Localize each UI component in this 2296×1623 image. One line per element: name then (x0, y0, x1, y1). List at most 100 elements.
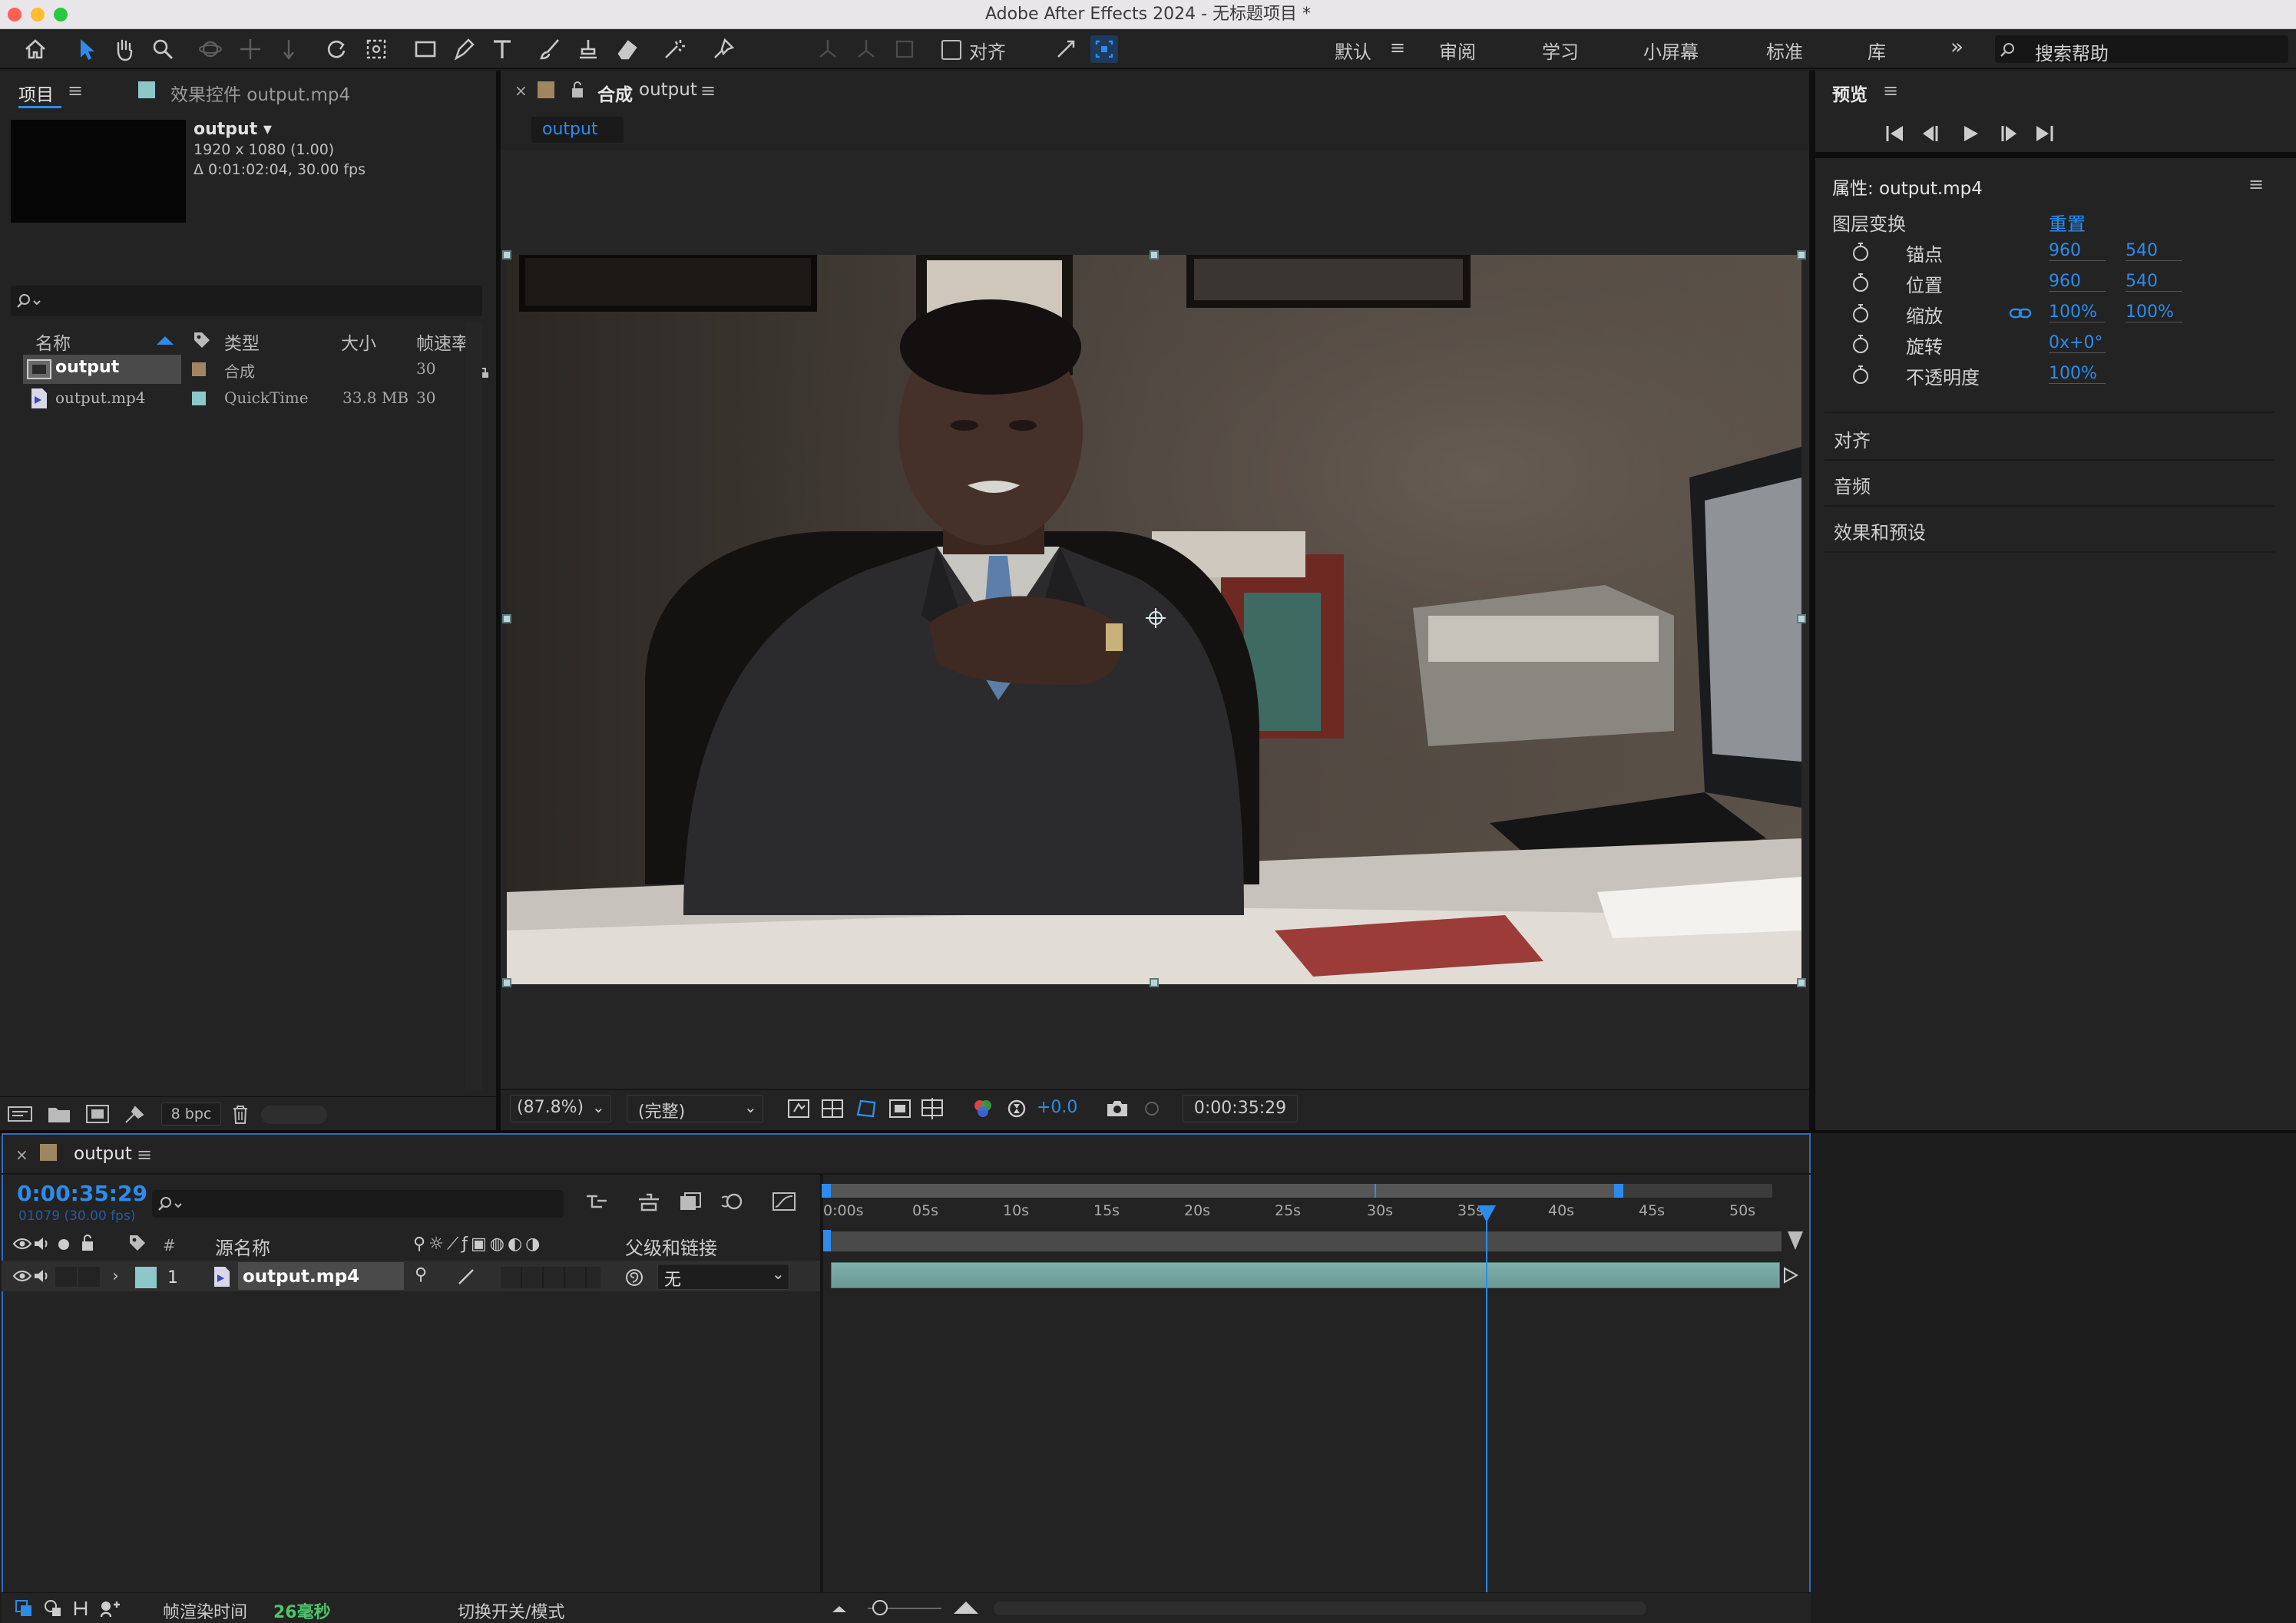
transform-handle[interactable] (502, 614, 511, 623)
comp-mini-flowchart-icon[interactable] (584, 1190, 610, 1213)
in-out-toggle-icon[interactable] (71, 1598, 91, 1618)
rotation-value[interactable]: 0x+0° (2049, 333, 2106, 353)
label-color-swatch[interactable] (192, 392, 206, 405)
selection-tool-icon[interactable] (72, 35, 100, 63)
channel-rgb-icon[interactable] (971, 1096, 995, 1121)
resolution-select[interactable]: (完整) ⌄ (627, 1095, 763, 1122)
align-checkbox[interactable] (941, 40, 961, 60)
transform-handle[interactable] (1797, 250, 1806, 259)
snapshot-camera-icon[interactable] (1104, 1096, 1130, 1121)
column-type[interactable]: 类型 (224, 329, 260, 355)
scale-x-value[interactable]: 100% (2049, 302, 2106, 322)
play-icon[interactable] (1958, 123, 1983, 144)
draft-3d-icon[interactable] (636, 1190, 662, 1213)
workspace-review[interactable]: 审阅 (1439, 37, 1476, 64)
layer-end-marker-icon[interactable] (1782, 1265, 1800, 1285)
brush-tool-icon[interactable] (536, 35, 564, 63)
home-icon[interactable] (22, 35, 49, 63)
effects-presets-section[interactable]: 效果和预设 (1834, 517, 1926, 544)
eraser-tool-icon[interactable] (613, 35, 640, 63)
comp-marker-bar[interactable] (826, 1231, 1782, 1251)
lock-header-icon[interactable] (80, 1233, 95, 1253)
comp-start-marker[interactable] (823, 1230, 831, 1251)
magnification-select[interactable]: (87.8%) ⌄ (510, 1095, 611, 1122)
sort-ascending-icon[interactable] (157, 336, 174, 345)
layer-name[interactable]: output.mp4 (243, 1267, 359, 1287)
parent-link-header[interactable]: 父级和链接 (625, 1233, 717, 1260)
snap-feather-icon[interactable] (1052, 35, 1080, 63)
thumbnail-scale-slider[interactable] (261, 1106, 327, 1124)
layer-audio-icon[interactable] (32, 1267, 52, 1285)
snap-target-icon[interactable] (1090, 35, 1118, 63)
playhead-handle-icon[interactable] (1477, 1205, 1496, 1222)
layer-duration-bar[interactable] (831, 1262, 1780, 1288)
motion-blur-icon[interactable] (719, 1190, 745, 1213)
pen-tool-icon[interactable] (450, 35, 478, 63)
comp-tab-name[interactable]: output (639, 80, 697, 100)
workspace-learn[interactable]: 学习 (1542, 37, 1579, 64)
workspace-standard[interactable]: 标准 (1766, 37, 1803, 64)
stopwatch-icon[interactable] (1851, 272, 1871, 293)
label-color-swatch[interactable] (192, 362, 206, 376)
previous-frame-icon[interactable] (1920, 123, 1944, 144)
transparency-grid-icon[interactable] (820, 1096, 845, 1121)
stopwatch-icon[interactable] (1851, 333, 1871, 355)
position-x-value[interactable]: 960 (2049, 272, 2106, 292)
video-visibility-header-icon[interactable] (12, 1236, 32, 1251)
more-workspaces-icon[interactable]: » (1950, 34, 1964, 59)
tab-project[interactable]: 项目 (18, 80, 54, 106)
workspace-default[interactable]: 默认 (1335, 37, 1371, 64)
project-row-name[interactable]: output.mp4 (55, 388, 146, 407)
constrain-proportions-link-icon[interactable] (2009, 304, 2032, 322)
pick-whip-icon[interactable] (624, 1267, 645, 1288)
transform-handle[interactable] (1150, 250, 1159, 259)
timeline-tab[interactable]: output (74, 1144, 132, 1164)
tab-effect-controls[interactable]: 效果控件 output.mp4 (170, 80, 350, 106)
scale-y-value[interactable]: 100% (2126, 302, 2182, 322)
workspace-small-screen[interactable]: 小屏幕 (1643, 37, 1699, 64)
opacity-value[interactable]: 100% (2049, 364, 2106, 384)
project-row-name[interactable]: output (55, 358, 119, 377)
project-search-input[interactable] (11, 286, 482, 316)
reset-exposure-icon[interactable] (1004, 1096, 1029, 1121)
label-header-icon[interactable] (127, 1233, 147, 1253)
reset-transform-button[interactable]: 重置 (2049, 209, 2086, 236)
mask-visibility-icon[interactable] (854, 1096, 878, 1121)
graph-editor-icon[interactable] (771, 1190, 797, 1213)
layer-transform-heading[interactable]: 图层变换 (1832, 209, 1906, 236)
workspace-menu-icon[interactable]: ≡ (1390, 37, 1405, 58)
rectangle-tool-icon[interactable] (412, 35, 439, 63)
expand-layer-chevron-icon[interactable]: › (112, 1267, 119, 1286)
layer-switches-toggle-icon[interactable] (14, 1598, 34, 1618)
interpret-footage-icon[interactable] (6, 1102, 34, 1126)
layer-switches[interactable] (501, 1267, 600, 1288)
selected-item-name[interactable]: output ▾ (194, 120, 272, 139)
switches-header-icons[interactable]: ⚲☼⟋ƒ▣◍◐◑ (413, 1235, 543, 1254)
source-name-header[interactable]: 源名称 (215, 1233, 270, 1260)
stopwatch-icon[interactable] (1851, 241, 1871, 263)
current-time-display[interactable]: 0:00:35:29 (1183, 1095, 1298, 1122)
grid-guides-icon[interactable] (920, 1096, 945, 1121)
comp-marker-well-icon[interactable] (1788, 1231, 1803, 1250)
audio-header-icon[interactable] (32, 1235, 52, 1253)
layer-lock-toggle[interactable] (78, 1267, 100, 1287)
time-zoom-slider[interactable] (872, 1600, 888, 1615)
hand-tool-icon[interactable] (111, 35, 138, 63)
work-area-end-handle[interactable] (1614, 1184, 1623, 1198)
comp-tab-prefix[interactable]: 合成 (597, 80, 633, 106)
transform-handle[interactable] (1797, 614, 1806, 623)
zoom-in-time-icon[interactable] (952, 1597, 980, 1617)
timeline-menu-icon[interactable]: ≡ (137, 1144, 152, 1165)
orbit-camera-icon[interactable] (197, 35, 224, 63)
transform-handle[interactable] (502, 250, 511, 259)
lock-icon[interactable] (570, 80, 585, 100)
new-composition-icon[interactable] (84, 1102, 111, 1126)
panel-divider[interactable] (1809, 71, 1815, 1130)
frame-blending-icon[interactable] (677, 1190, 703, 1213)
playhead-line[interactable] (1486, 1221, 1487, 1592)
show-snapshot-icon[interactable] (1140, 1096, 1164, 1121)
timeline-search-input[interactable] (152, 1190, 564, 1218)
pan-camera-icon[interactable] (237, 35, 264, 63)
exposure-value[interactable]: +0.0 (1037, 1098, 1077, 1117)
dolly-camera-icon[interactable] (275, 35, 303, 63)
